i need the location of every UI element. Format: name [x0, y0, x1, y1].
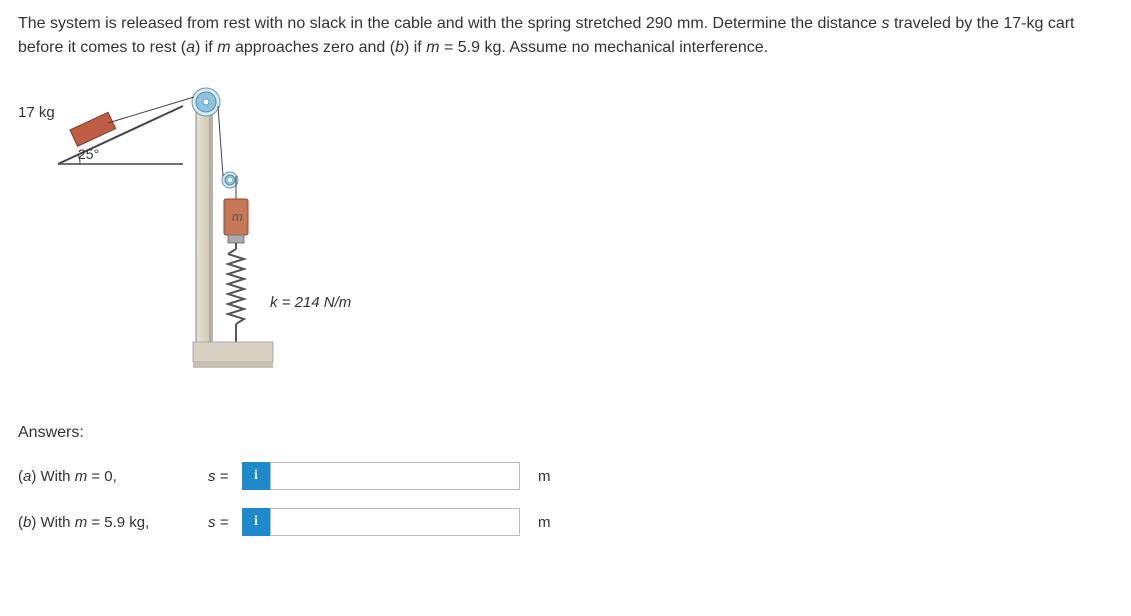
equals: = [216, 468, 229, 485]
answer-b-input[interactable] [270, 508, 520, 536]
cart-mass-label: 17 kg [18, 104, 55, 121]
text-part-8: ) if [404, 39, 426, 56]
incline-angle-label: 25° [78, 146, 99, 162]
problem-statement: The system is released from rest with no… [18, 12, 1113, 60]
equals: = [216, 514, 229, 531]
answer-a-input[interactable] [270, 462, 520, 490]
text-part-4: ) if [195, 39, 217, 56]
answers-heading: Answers: [18, 424, 1113, 442]
label-suffix: = 0, [87, 468, 117, 485]
figure-diagram: 17 kg 25° m k = 214 N/m [18, 84, 418, 394]
label-suffix: = 5.9 kg, [87, 514, 149, 531]
info-icon[interactable]: i [242, 462, 270, 490]
text-part-9: m [426, 39, 439, 56]
answer-b-unit: m [538, 514, 551, 531]
text-part-1: s [882, 15, 890, 32]
hanging-mass-label: m [232, 209, 243, 224]
answer-a-unit: m [538, 468, 551, 485]
answer-row-b: (b) With m = 5.9 kg, s = i m [18, 508, 1113, 536]
text-part-5: m [217, 39, 230, 56]
var-s: s [208, 468, 216, 485]
text-part-6: approaches zero and ( [231, 39, 396, 56]
text-part-3: a [186, 39, 195, 56]
var-s: s [208, 514, 216, 531]
text-part-0: The system is released from rest with no… [18, 15, 882, 32]
mechanics-diagram-svg [18, 84, 418, 394]
spring-constant-label: k = 214 N/m [270, 294, 351, 311]
text-part-7: b [395, 39, 404, 56]
label-mid: ) With [31, 514, 74, 531]
answer-row-a: (a) With m = 0, s = i m [18, 462, 1113, 490]
label-var: m [75, 468, 88, 485]
answer-b-variable: s = [208, 514, 238, 531]
answer-a-variable: s = [208, 468, 238, 485]
answer-b-label: (b) With m = 5.9 kg, [18, 514, 208, 531]
answer-a-label: (a) With m = 0, [18, 468, 208, 485]
text-part-10: = 5.9 kg. Assume no mechanical interfere… [440, 39, 769, 56]
label-mid: ) With [31, 468, 74, 485]
label-var: m [75, 514, 88, 531]
info-icon[interactable]: i [242, 508, 270, 536]
